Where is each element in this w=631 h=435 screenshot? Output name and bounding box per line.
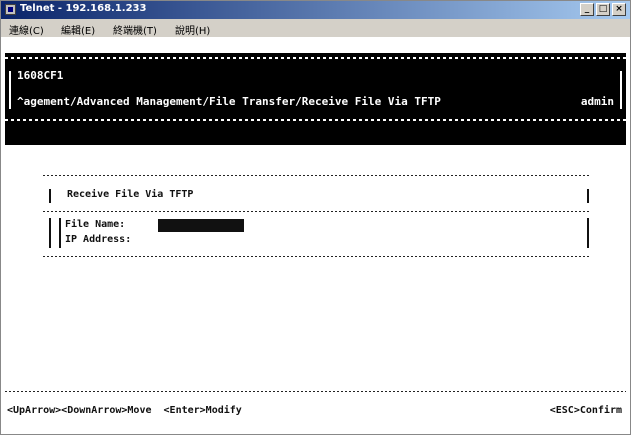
header-left-border [9,71,11,109]
title-bar[interactable]: Telnet - 192.168.1.233 _ □ × [1,1,630,19]
field-inner-border [59,218,61,248]
menu-terminal[interactable]: 終端機(T) [113,22,157,37]
file-name-input[interactable] [158,219,244,232]
terminal-screen[interactable]: 1608CF1 ^agement/Advanced Management/Fil… [5,39,626,432]
close-button[interactable]: × [612,3,626,16]
header-panel: 1608CF1 ^agement/Advanced Management/Fil… [5,53,626,145]
field-left-border [49,218,51,248]
header-bottom-border [5,119,626,121]
telnet-window: Telnet - 192.168.1.233 _ □ × 連線(C) 編輯(E)… [0,0,631,435]
dialog-right-border [587,189,589,203]
maximize-button[interactable]: □ [596,3,610,16]
file-name-label: File Name: [65,219,126,230]
telnet-app-icon [5,4,16,15]
confirm-hint: <ESC>Confirm [549,405,622,416]
window-title: Telnet - 192.168.1.233 [20,3,147,14]
key-hints: <UpArrow><DownArrow>Move <Enter>Modify [7,405,242,416]
header-right-border [620,71,622,109]
menu-edit[interactable]: 編輯(E) [61,22,95,37]
device-name: 1608CF1 [17,69,64,82]
menu-bar: 連線(C) 編輯(E) 終端機(T) 說明(H) [1,19,630,37]
dialog-divider [43,211,591,212]
receive-file-dialog: Receive File Via TFTP File Name: IP Addr… [43,175,591,259]
dialog-top-border [43,175,591,176]
header-top-border [5,57,626,59]
user-label: admin [580,95,614,108]
footer-divider [5,391,626,392]
dialog-left-border [49,189,51,203]
dialog-title: Receive File Via TFTP [67,189,194,200]
minimize-button[interactable]: _ [580,3,594,16]
menu-help[interactable]: 說明(H) [175,22,210,37]
ip-address-label: IP Address: [65,234,132,245]
window-controls: _ □ × [580,3,626,16]
menu-connect[interactable]: 連線(C) [9,22,44,37]
dialog-bottom-border [43,256,591,257]
menu-path: ^agement/Advanced Management/File Transf… [17,95,441,108]
field-right-border [587,218,589,248]
